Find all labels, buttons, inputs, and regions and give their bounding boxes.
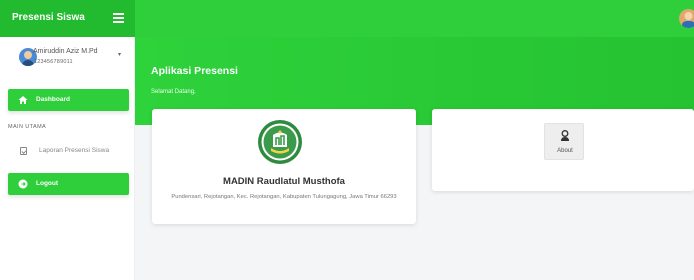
dashboard-label: Dashboard bbox=[36, 96, 70, 103]
user-id: 123456789011 bbox=[34, 59, 73, 65]
logout-label: Logout bbox=[36, 180, 59, 187]
user-name: Amiruddin Aziz M.Pd bbox=[33, 48, 98, 55]
brand-title[interactable]: Presensi Siswa bbox=[12, 12, 85, 23]
hamburger-icon[interactable] bbox=[113, 13, 124, 23]
clipboard-check-icon bbox=[20, 147, 27, 155]
sidebar-item-label: Laporan Presensi Siswa bbox=[39, 147, 110, 154]
school-address: Pundensari, Rejotangan, Kec. Rejotangan,… bbox=[171, 194, 397, 200]
sidebar: Amiruddin Aziz M.Pd ▾ 123456789011 Dashb… bbox=[0, 37, 135, 280]
brand-area: Presensi Siswa bbox=[0, 0, 135, 37]
school-name: MADIN Raudlatul Musthofa bbox=[223, 176, 345, 187]
user-panel: Amiruddin Aziz M.Pd ▾ 123456789011 bbox=[8, 47, 133, 77]
logout-button[interactable]: Logout bbox=[8, 173, 129, 195]
section-label-main-utama: MAIN UTAMA bbox=[8, 124, 47, 130]
sidebar-item-laporan-presensi[interactable]: Laporan Presensi Siswa bbox=[8, 144, 129, 160]
chevron-down-icon[interactable]: ▾ bbox=[118, 51, 121, 58]
welcome-text: Selamat Datang, bbox=[151, 89, 196, 95]
school-info-card: MADIN Raudlatul Musthofa Pundensari, Rej… bbox=[152, 109, 416, 224]
user-icon bbox=[561, 130, 569, 141]
about-label: About bbox=[557, 148, 573, 154]
home-icon bbox=[18, 96, 28, 104]
about-button[interactable]: About bbox=[544, 123, 584, 160]
top-navbar: Presensi Siswa bbox=[0, 0, 694, 37]
user-avatar-icon[interactable] bbox=[679, 9, 694, 28]
about-card: About bbox=[432, 109, 694, 191]
logout-icon bbox=[18, 179, 28, 189]
page-title: Aplikasi Presensi bbox=[151, 65, 238, 77]
school-logo bbox=[258, 120, 302, 164]
main-content: Aplikasi Presensi Selamat Datang, MADIN … bbox=[135, 37, 694, 280]
dashboard-button[interactable]: Dashboard bbox=[8, 89, 129, 111]
